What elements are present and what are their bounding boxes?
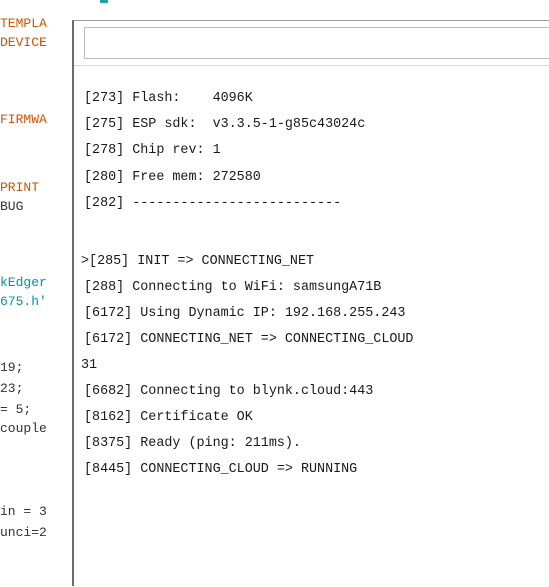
code-line: = 5;	[0, 402, 32, 417]
output-line: [280] Free mem: 272580	[84, 170, 261, 185]
output-line: [6172] CONNECTING_NET => CONNECTING_CLOU…	[84, 332, 414, 347]
code-line: FIRMWA	[0, 112, 47, 127]
code-line: DEVICE	[0, 35, 47, 50]
output-line: [282] --------------------------	[84, 196, 342, 211]
code-line: 19;	[0, 360, 24, 375]
output-line: [6682] Connecting to blynk.cloud:443	[84, 384, 374, 399]
serial-input-field[interactable]	[84, 27, 549, 59]
output-line: [273] Flash: 4096K	[84, 91, 253, 106]
output-line: [6172] Using Dynamic IP: 192.168.255.243	[84, 306, 406, 321]
code-line: in = 3	[0, 504, 47, 519]
code-line: kEdger	[0, 275, 47, 290]
output-line: [8445] CONNECTING_CLOUD => RUNNING	[84, 462, 358, 477]
code-line: 23;	[0, 381, 24, 396]
serial-monitor-window: [273] Flash: 4096K [275] ESP sdk: v3.3.5…	[72, 20, 549, 586]
output-line: [288] Connecting to WiFi: samsungA71B	[84, 280, 382, 295]
output-line: [278] Chip rev: 1	[84, 143, 221, 158]
output-line: 31	[81, 358, 98, 373]
serial-output-area[interactable]: [273] Flash: 4096K [275] ESP sdk: v3.3.5…	[74, 65, 549, 587]
code-line: 675.h'	[0, 294, 47, 309]
output-line: [8375] Ready (ping: 211ms).	[84, 436, 301, 451]
code-line: BUG	[0, 199, 24, 214]
code-line: TEMPLA	[0, 16, 47, 31]
window-icon	[100, 0, 108, 3]
output-line: >[285] INIT => CONNECTING_NET	[81, 254, 315, 269]
output-line: [8162] Certificate OK	[84, 410, 253, 425]
code-line: unci=2	[0, 525, 47, 540]
code-line: PRINT	[0, 180, 40, 195]
code-line: couple	[0, 421, 47, 436]
output-line: [275] ESP sdk: v3.3.5-1-g85c43024c	[84, 117, 366, 132]
